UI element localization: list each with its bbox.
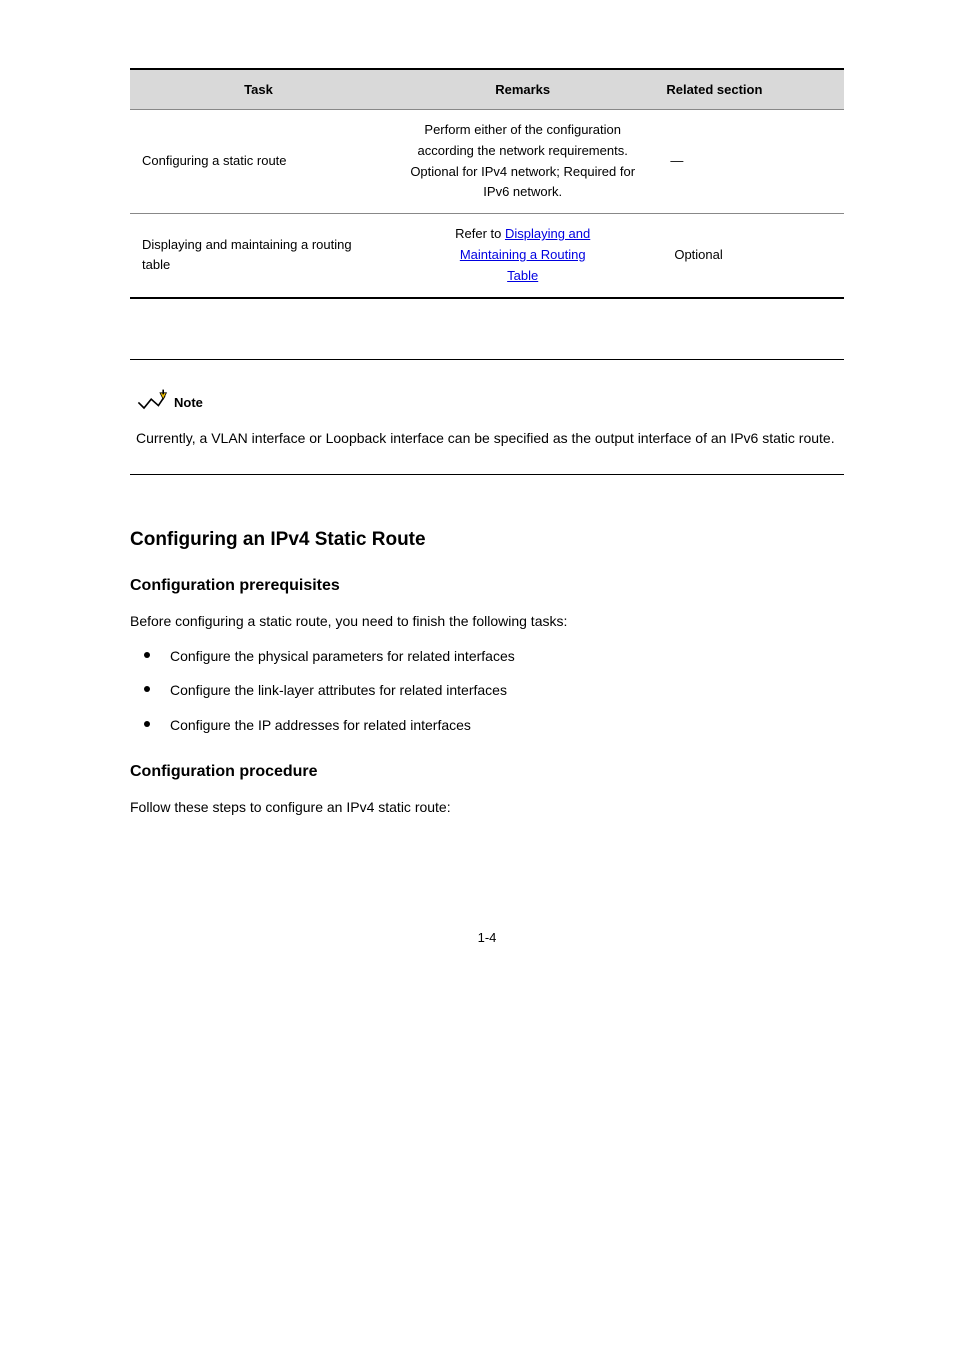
section-heading: Configuring an IPv4 Static Route <box>130 529 844 551</box>
page: Task Remarks Related section Configuring… <box>0 0 954 1005</box>
note-header: Note <box>130 388 844 417</box>
table-header-row: Task Remarks Related section <box>130 69 844 110</box>
note-icon <box>136 388 168 417</box>
prerequisites-intro: Before configuring a static route, you n… <box>130 609 844 634</box>
list-item: Configure the link-layer attributes for … <box>144 678 844 703</box>
cell-task: Displaying and maintaining a routing tab… <box>130 214 387 298</box>
subsection-heading-prerequisites: Configuration prerequisites <box>130 577 844 595</box>
page-number: 1-4 <box>130 930 844 945</box>
remarks-link-line3[interactable]: Table <box>507 268 538 283</box>
cell-remarks: Perform either of the configuration acco… <box>387 110 658 214</box>
cell-related: — <box>658 110 844 214</box>
note-label: Note <box>174 395 203 410</box>
note-text: Currently, a VLAN interface or Loopback … <box>130 427 844 451</box>
remarks-link-line2[interactable]: Maintaining a Routing <box>460 247 586 262</box>
remarks-link-line1[interactable]: Displaying and <box>505 226 590 241</box>
cell-remarks: Refer to Displaying and Maintaining a Ro… <box>387 214 658 298</box>
cell-task: Configuring a static route <box>130 110 387 214</box>
procedure-intro: Follow these steps to configure an IPv4 … <box>130 795 844 820</box>
task-table: Task Remarks Related section Configuring… <box>130 68 844 299</box>
header-task: Task <box>130 69 387 110</box>
table-row: Displaying and maintaining a routing tab… <box>130 214 844 298</box>
cell-related: Optional <box>658 214 844 298</box>
list-item: Configure the physical parameters for re… <box>144 644 844 669</box>
subsection-heading-procedure: Configuration procedure <box>130 763 844 781</box>
table-row: Configuring a static route Perform eithe… <box>130 110 844 214</box>
header-remarks: Remarks <box>387 69 658 110</box>
note-block: Note Currently, a VLAN interface or Loop… <box>130 359 844 476</box>
remarks-prefix: Refer to <box>455 226 505 241</box>
prerequisites-list: Configure the physical parameters for re… <box>130 644 844 738</box>
header-related: Related section <box>658 69 844 110</box>
list-item: Configure the IP addresses for related i… <box>144 713 844 738</box>
